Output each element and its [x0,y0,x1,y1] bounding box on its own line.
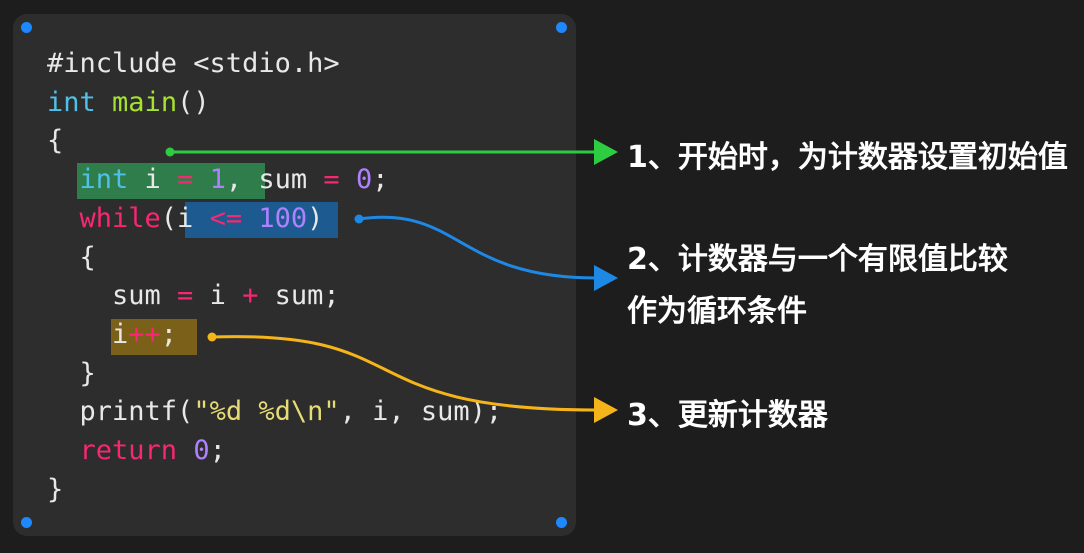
update-annotation: 3、更新计数器 [627,398,828,433]
condition-annotation-line1: 2、计数器与一个有限值比较 [627,242,1008,277]
update-arrow-head [594,397,618,423]
init-arrow-head [594,139,618,165]
condition-arrow [354,214,618,291]
init-annotation: 1、开始时，为计数器设置初始值 [627,140,1068,175]
update-arrow-line [211,335,597,412]
condition-annotation-line2: 作为循环条件 [627,294,807,329]
init-arrow [165,139,618,165]
update-arrow [207,332,618,423]
condition-arrow-line [358,215,597,280]
condition-arrow-head [594,265,618,291]
